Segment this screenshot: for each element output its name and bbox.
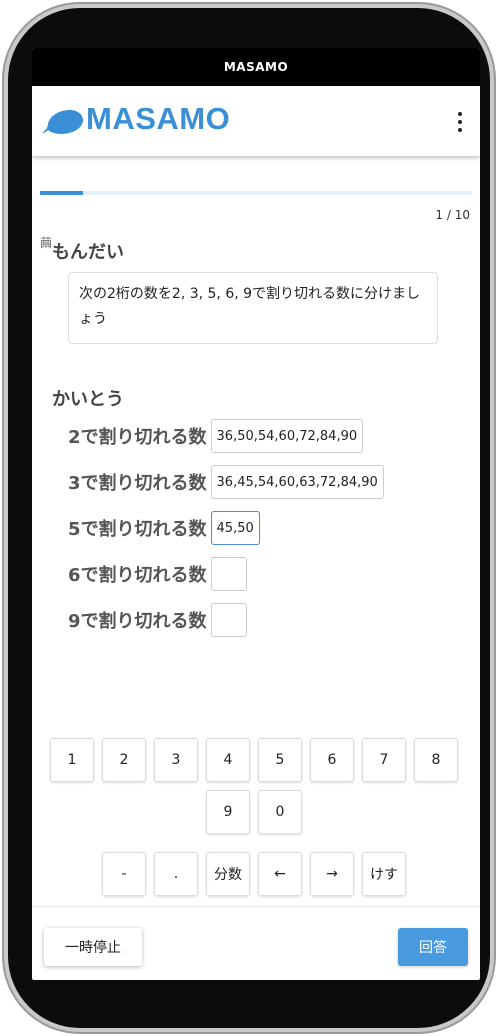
key-fraction[interactable]: 分数 — [206, 852, 250, 896]
key-6[interactable]: 6 — [310, 738, 354, 782]
answer-input-2[interactable]: 36,50,54,60,72,84,90 — [210, 419, 364, 453]
answer-input-5[interactable]: 45,50 — [210, 511, 260, 545]
phone-frame: MASAMO MASAMO 1 / 10 繭 もんだい 次の2桁の数を2, 3,… — [8, 8, 490, 1028]
key-4[interactable]: 4 — [206, 738, 250, 782]
progress-fill — [40, 191, 84, 195]
status-bar-title: MASAMO — [32, 48, 480, 86]
answer-label: 3で割り切れる数 — [68, 473, 207, 494]
footer-divider — [32, 906, 480, 907]
key-8[interactable]: 8 — [414, 738, 458, 782]
answer-row-3: 3で割り切れる数 36,45,54,60,63,72,84,90 — [68, 464, 384, 500]
answer-label: 6で割り切れる数 — [68, 565, 207, 586]
answer-input-6[interactable] — [210, 557, 247, 591]
key-clear[interactable]: けす — [362, 852, 406, 896]
key-5[interactable]: 5 — [258, 738, 302, 782]
progress-bar — [40, 191, 472, 195]
question-text: 次の2桁の数を2, 3, 5, 6, 9で割り切れる数に分けましょう — [68, 272, 438, 344]
pause-button[interactable]: 一時停止 — [44, 928, 142, 966]
answer-row-2: 2で割り切れる数 36,50,54,60,72,84,90 — [68, 418, 364, 454]
answer-input-3[interactable]: 36,45,54,60,63,72,84,90 — [210, 465, 384, 499]
answer-row-6: 6で割り切れる数 — [68, 556, 247, 592]
answer-label: 5で割り切れる数 — [68, 519, 207, 540]
key-1[interactable]: 1 — [50, 738, 94, 782]
key-7[interactable]: 7 — [362, 738, 406, 782]
key-decimal[interactable]: . — [154, 852, 198, 896]
answer-input-9[interactable] — [210, 603, 247, 637]
fish-logo-icon — [42, 110, 83, 134]
answer-heading: かいとう — [52, 389, 124, 410]
key-9[interactable]: 9 — [206, 790, 250, 834]
key-0[interactable]: 0 — [258, 790, 302, 834]
key-3[interactable]: 3 — [154, 738, 198, 782]
question-heading: もんだい — [52, 242, 124, 263]
submit-answer-button[interactable]: 回答 — [398, 928, 468, 966]
more-vertical-icon[interactable] — [450, 110, 470, 134]
pushpin-icon: 繭 — [40, 236, 53, 250]
answer-label: 9で割り切れる数 — [68, 611, 207, 632]
app-logo-text[interactable]: MASAMO — [86, 101, 230, 137]
answer-row-5: 5で割り切れる数 45,50 — [68, 510, 260, 546]
answer-row-9: 9で割り切れる数 — [68, 602, 247, 638]
key-left-arrow[interactable]: ← — [258, 852, 302, 896]
key-minus[interactable]: - — [102, 852, 146, 896]
app-screen: MASAMO MASAMO 1 / 10 繭 もんだい 次の2桁の数を2, 3,… — [32, 48, 480, 980]
question-counter: 1 / 10 — [435, 208, 470, 222]
app-bar: MASAMO — [32, 86, 480, 156]
key-right-arrow[interactable]: → — [310, 852, 354, 896]
answer-label: 2で割り切れる数 — [68, 427, 207, 448]
key-2[interactable]: 2 — [102, 738, 146, 782]
